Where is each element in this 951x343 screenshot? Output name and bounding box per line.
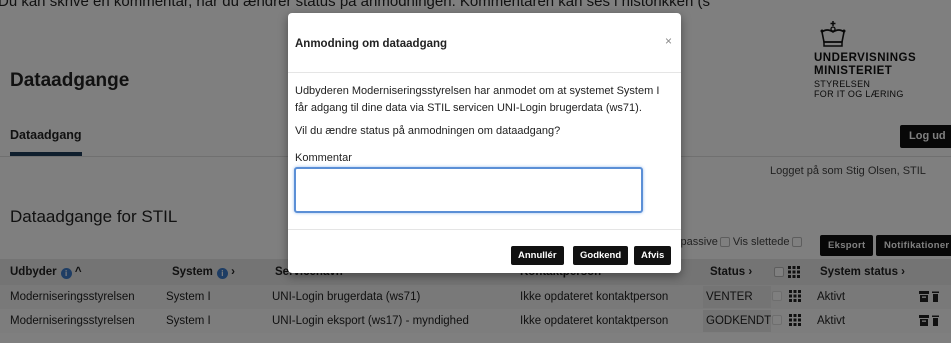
request-description: Udbyderen Moderniseringsstyrelsen har an…	[295, 85, 660, 114]
change-status-question: Vil du ændre status på anmodningen om da…	[295, 125, 561, 137]
access-request-dialog: Anmodning om dataadgang × Udbyderen Mode…	[288, 13, 681, 273]
dialog-title: Anmodning om dataadgang	[295, 38, 448, 50]
dialog-header: Anmodning om dataadgang ×	[288, 13, 681, 73]
comment-label: Kommentar	[295, 152, 352, 164]
dialog-footer: Annullér Godkend Afvis	[288, 229, 681, 273]
dialog-body: Udbyderen Moderniseringsstyrelsen har an…	[295, 83, 675, 146]
comment-textarea[interactable]	[294, 167, 643, 213]
reject-button[interactable]: Afvis	[634, 246, 672, 265]
cancel-button[interactable]: Annullér	[511, 246, 564, 265]
close-icon[interactable]: ×	[665, 34, 672, 48]
approve-button[interactable]: Godkend	[573, 246, 629, 265]
